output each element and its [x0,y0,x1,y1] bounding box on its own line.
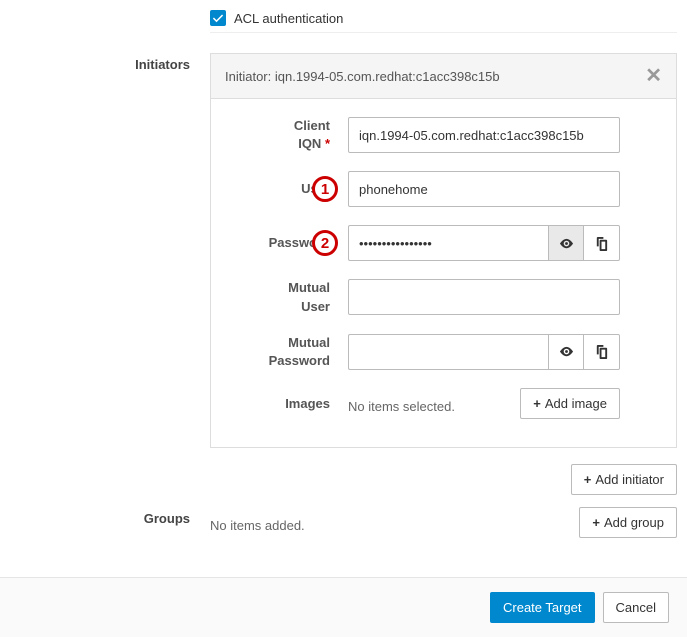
plus-icon: + [592,515,600,530]
images-empty-text: No items selected. [348,393,455,414]
groups-section-label: Groups [10,507,210,526]
mutual-password-copy-button[interactable] [584,334,620,370]
acl-auth-label: ACL authentication [234,11,343,26]
mutual-user-input[interactable] [348,279,620,315]
eye-icon [559,236,574,251]
plus-icon: + [533,396,541,411]
add-image-button[interactable]: +Add image [520,388,620,419]
initiators-section-label: Initiators [10,53,210,72]
mutual-password-reveal-button[interactable] [548,334,584,370]
dialog-footer: Create Target Cancel [0,577,687,637]
user-input[interactable] [348,171,620,207]
copy-icon [594,344,609,359]
check-icon [212,12,224,24]
copy-icon [594,236,609,251]
plus-icon: + [584,472,592,487]
add-initiator-button[interactable]: +Add initiator [571,464,677,495]
initiator-header: Initiator: iqn.1994-05.com.redhat:c1acc3… [225,69,500,84]
callout-2: 2 [312,230,338,256]
groups-empty-text: No items added. [210,512,305,533]
eye-icon [559,344,574,359]
mutual-password-input[interactable] [348,334,548,370]
acl-auth-checkbox[interactable] [210,10,226,26]
mutual-password-label: MutualPassword [233,334,348,370]
mutual-user-label: MutualUser [233,279,348,315]
cancel-button[interactable]: Cancel [603,592,669,623]
password-reveal-button[interactable] [548,225,584,261]
images-label: Images [233,395,348,413]
password-input[interactable] [348,225,548,261]
add-group-button[interactable]: +Add group [579,507,677,538]
client-iqn-input[interactable] [348,117,620,153]
client-iqn-label: ClientIQN * [233,117,348,153]
close-icon[interactable]: ✕ [645,66,662,86]
password-copy-button[interactable] [584,225,620,261]
callout-1: 1 [312,176,338,202]
create-target-button[interactable]: Create Target [490,592,595,623]
initiator-panel: Initiator: iqn.1994-05.com.redhat:c1acc3… [210,53,677,448]
